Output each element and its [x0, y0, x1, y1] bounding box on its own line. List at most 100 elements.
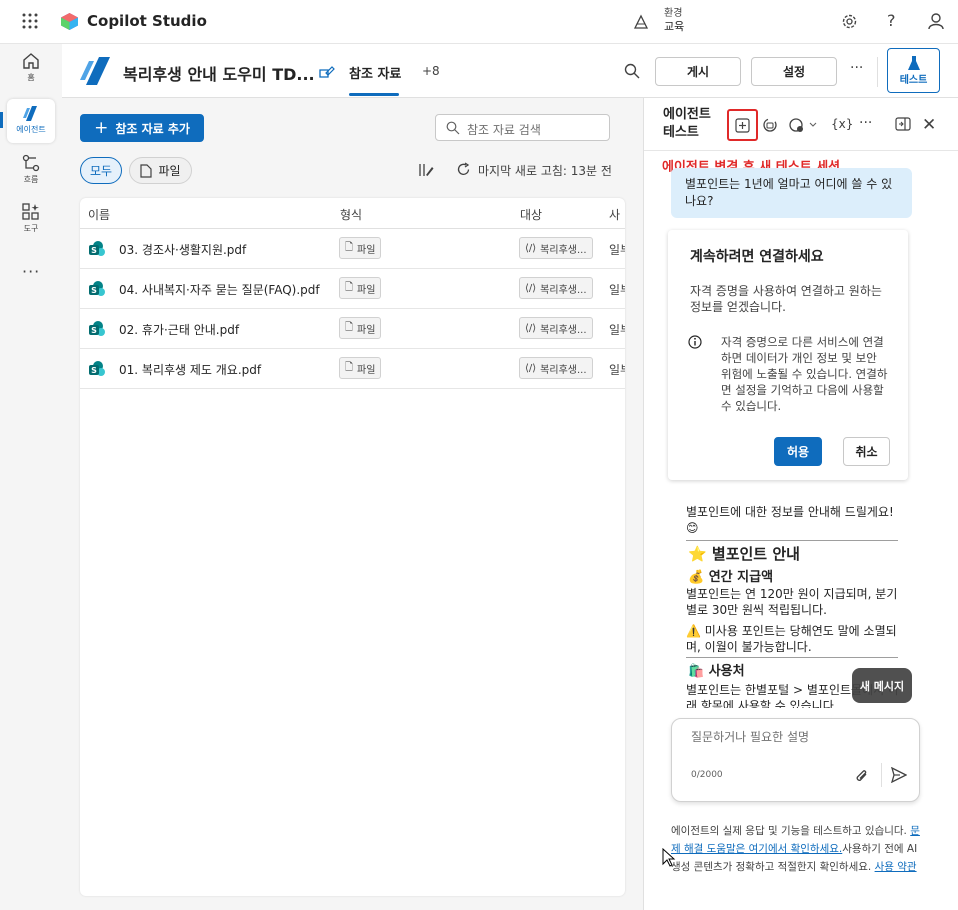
- consent-body: 자격 증명을 사용하여 연결하고 원하는 정보를 얻겠습니다.: [690, 284, 882, 314]
- send-icon[interactable]: [890, 766, 908, 787]
- plus-icon: +: [94, 118, 109, 138]
- help-icon[interactable]: ?: [887, 11, 896, 30]
- filter-all[interactable]: 모두: [80, 157, 122, 184]
- info-icon: [688, 334, 702, 353]
- table-row[interactable]: S 01. 복리후생 제도 개요.pdf 🗋파일 ⟨/⟩복리후생... 일부: [80, 349, 625, 389]
- test-panel-title: 에이전트 테스트: [663, 107, 711, 140]
- home-icon: [23, 53, 39, 69]
- refresh-icon[interactable]: [456, 162, 471, 181]
- top-bar: Copilot Studio 환경 교육 ?: [0, 0, 958, 44]
- table-row[interactable]: S 02. 휴가·근태 안내.pdf 🗋파일 ⟨/⟩복리후생... 일부: [80, 309, 625, 349]
- app-launcher-icon[interactable]: [22, 13, 38, 33]
- sharepoint-icon: S: [89, 361, 105, 376]
- nav-flows[interactable]: 흐름: [0, 154, 62, 185]
- answer-intro: 별포인트에 대한 정보를 안내해 드릴게요! 😊: [686, 505, 894, 535]
- svg-text:S: S: [91, 366, 97, 375]
- type-chip: 🗋 파일: [339, 357, 382, 379]
- tools-icon: [22, 203, 39, 220]
- col-name[interactable]: 이름: [88, 206, 110, 223]
- type-chip: 🗋 파일: [339, 237, 382, 259]
- last-refresh-text: 마지막 새로 고침: 13분 전: [478, 164, 612, 178]
- flask-icon: [907, 56, 920, 70]
- environment-label: 환경: [664, 8, 683, 19]
- debug-dropdown[interactable]: [788, 117, 818, 137]
- file-name[interactable]: 03. 경조사·생활지원.pdf: [119, 241, 246, 258]
- nav-home-label: 홈: [27, 73, 35, 82]
- add-knowledge-label: 참조 자료 추가: [115, 121, 190, 136]
- mouse-cursor-icon: [662, 847, 676, 872]
- search-placeholder: 참조 자료 검색: [467, 123, 541, 137]
- consent-title: 계속하려면 연결하세요: [690, 249, 824, 265]
- answer-separator: [686, 540, 898, 541]
- file-name[interactable]: 01. 복리후생 제도 개요.pdf: [119, 361, 261, 378]
- new-message-button[interactable]: 새 메시지: [852, 668, 912, 703]
- sharepoint-icon: S: [89, 281, 105, 296]
- more-options-icon[interactable]: ···: [850, 60, 863, 76]
- app-title: Copilot Studio: [87, 12, 207, 30]
- variables-icon[interactable]: {x}: [831, 117, 853, 131]
- col-status[interactable]: 사: [609, 206, 625, 223]
- tab-knowledge[interactable]: 참조 자료: [349, 63, 401, 82]
- refresh-session-icon[interactable]: [761, 117, 779, 137]
- answer-annual-text: 별포인트는 연 120만 원이 지급되며, 분기별로 30만 원씩 적립됩니다.: [686, 587, 898, 617]
- status-cell: 일부: [609, 283, 625, 297]
- test-button-label: 테스트: [899, 75, 928, 86]
- new-chat-icon: [735, 118, 750, 133]
- tab-active-underline: [349, 93, 399, 96]
- terms-link[interactable]: 사용 약관: [875, 861, 917, 873]
- col-target[interactable]: 대상: [520, 206, 542, 223]
- settings-gear-icon[interactable]: [841, 13, 858, 34]
- environment-name[interactable]: 교육: [664, 18, 684, 34]
- settings-button[interactable]: 설정: [751, 57, 837, 86]
- test-button[interactable]: 테스트: [887, 48, 940, 93]
- file-name[interactable]: 04. 사내복지·자주 묻는 질문(FAQ).pdf: [119, 281, 320, 298]
- nav-home[interactable]: 홈: [0, 52, 62, 83]
- close-icon[interactable]: ✕: [922, 115, 936, 135]
- char-counter: 0/2000: [691, 770, 723, 780]
- user-message: 별포인트는 1년에 얼마고 어디에 쓸 수 있나요?: [671, 168, 912, 218]
- account-icon[interactable]: [927, 12, 945, 34]
- nav-more-icon[interactable]: ···: [22, 262, 40, 281]
- target-chip: ⟨/⟩ 복리후생...: [519, 277, 593, 299]
- tab-more[interactable]: +8: [422, 64, 440, 78]
- test-header-divider: [644, 150, 958, 151]
- col-type[interactable]: 형식: [340, 206, 362, 223]
- table-row[interactable]: S 03. 경조사·생활지원.pdf 🗋파일 ⟨/⟩복리후생... 일부: [80, 229, 625, 269]
- answer-heading-main: ⭐ 별포인트 안내: [688, 545, 800, 563]
- test-more-icon[interactable]: ···: [859, 115, 872, 131]
- status-cell: 일부: [609, 243, 625, 257]
- allow-button[interactable]: 허용: [774, 437, 822, 466]
- knowledge-table: 이름 형식 대상 사 S 03. 경조사·생활지원.pdf 🗋 파일 ⟨/⟩ 복리후…: [80, 198, 625, 896]
- chat-composer[interactable]: 질문하거나 필요한 설명 0/2000: [671, 718, 920, 802]
- nav-agents[interactable]: 에이전트: [0, 104, 62, 135]
- status-cell: 일부: [609, 323, 625, 337]
- answer-warning-text: ⚠️ 미사용 포인트는 당해연도 말에 소멸되며, 이월이 불가능합니다.: [686, 624, 897, 654]
- target-chip: ⟨/⟩ 복리후생...: [519, 357, 593, 379]
- flow-icon: [22, 154, 40, 172]
- cancel-button[interactable]: 취소: [843, 437, 890, 466]
- nav-agents-label: 에이전트: [16, 125, 46, 134]
- copilot-logo-icon: [61, 13, 78, 34]
- knowledge-search-input[interactable]: 참조 자료 검색: [435, 114, 610, 141]
- environment-icon[interactable]: [633, 14, 649, 34]
- agent-edit-icon[interactable]: [317, 64, 335, 84]
- type-chip: 🗋 파일: [339, 317, 382, 339]
- publish-button[interactable]: 게시: [655, 57, 741, 86]
- add-knowledge-button[interactable]: + 참조 자료 추가: [80, 114, 204, 142]
- search-icon: [446, 121, 460, 135]
- status-cell: 일부: [609, 363, 625, 377]
- attach-icon[interactable]: [855, 768, 869, 788]
- new-session-button[interactable]: [727, 109, 758, 141]
- agent-name[interactable]: 복리후생 안내 도우미 TD...: [123, 61, 315, 85]
- header-divider: [877, 57, 878, 87]
- edit-mode-icon[interactable]: [418, 162, 434, 182]
- filter-file[interactable]: 파일: [129, 157, 192, 184]
- chat-input-placeholder[interactable]: 질문하거나 필요한 설명: [691, 728, 809, 745]
- nav-tools-label: 도구: [23, 224, 39, 233]
- search-icon[interactable]: [624, 63, 640, 83]
- nav-tools[interactable]: 도구: [0, 203, 62, 234]
- table-row[interactable]: S 04. 사내복지·자주 묻는 질문(FAQ).pdf 🗋 파일 ⟨/⟩ 복리후생…: [80, 269, 625, 309]
- dock-panel-icon[interactable]: [895, 117, 911, 136]
- type-chip: 🗋 파일: [339, 277, 382, 299]
- file-name[interactable]: 02. 휴가·근태 안내.pdf: [119, 321, 239, 338]
